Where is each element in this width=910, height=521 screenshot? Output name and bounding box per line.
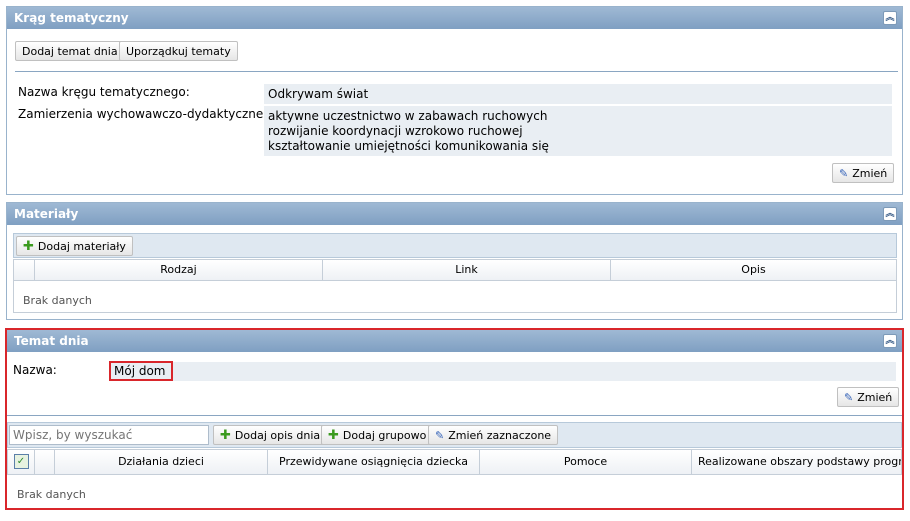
temat-empty-text: Brak danych xyxy=(17,488,86,501)
column-header-dzialania[interactable]: Działania dzieci xyxy=(54,450,267,474)
collapse-icon[interactable]: ︽ xyxy=(883,11,897,25)
materialy-table-header: Rodzaj Link Opis xyxy=(13,259,897,281)
krag-name-value: Odkrywam świat xyxy=(264,84,892,104)
krag-goals-label: Zamierzenia wychowawczo-dydaktyczne: xyxy=(18,107,268,121)
temat-name-value: Mój dom xyxy=(109,361,173,381)
temat-name-label: Nazwa: xyxy=(13,363,57,377)
collapse-icon[interactable]: ︽ xyxy=(883,334,897,348)
change-selected-label: Zmień zaznaczone xyxy=(448,429,552,442)
add-group-button[interactable]: ✚ Dodaj grupowo xyxy=(321,425,434,445)
krag-panel: Krąg tematyczny ︽ Dodaj temat dnia Uporz… xyxy=(6,6,903,195)
plus-icon: ✚ xyxy=(220,428,231,443)
change-selected-button[interactable]: ✎ Zmień zaznaczone xyxy=(428,425,559,445)
goal-item: aktywne uczestnictwo w zabawach ruchowyc… xyxy=(268,109,548,123)
temat-table-header: ✓ Działania dzieci Przewidywane osiągnię… xyxy=(7,449,902,475)
column-header-link[interactable]: Link xyxy=(322,260,610,280)
add-materials-label: Dodaj materiały xyxy=(37,240,126,253)
add-day-description-button[interactable]: ✚ Dodaj opis dnia xyxy=(213,425,328,445)
pencil-icon: ✎ xyxy=(839,167,849,180)
plus-icon: ✚ xyxy=(328,428,339,443)
column-checkbox xyxy=(14,260,34,280)
add-group-label: Dodaj grupowo xyxy=(342,429,427,442)
temat-panel: Temat dnia ︽ Nazwa: Mój dom ✎Zmień ✚Doda… xyxy=(5,328,904,510)
temat-change-button[interactable]: ✎ Zmień xyxy=(837,387,900,407)
sort-topics-button[interactable]: Uporządkuj tematy xyxy=(119,41,238,61)
column-header-pomoce[interactable]: Pomoce xyxy=(479,450,691,474)
temat-panel-header[interactable]: Temat dnia ︽ xyxy=(7,330,902,352)
add-topic-button[interactable]: Dodaj temat dnia xyxy=(15,41,125,61)
materialy-toolbar: ✚ Dodaj materiały xyxy=(13,233,897,258)
column-header-rodzaj[interactable]: Rodzaj xyxy=(34,260,322,280)
divider xyxy=(7,415,902,416)
search-input[interactable] xyxy=(9,425,209,445)
materialy-empty-text: Brak danych xyxy=(23,294,92,307)
column-select-all[interactable]: ✓ xyxy=(8,450,34,474)
materialy-panel-header[interactable]: Materiały ︽ xyxy=(7,203,902,225)
column-header-obszary[interactable]: Realizowane obszary podstawy progra... xyxy=(691,450,901,474)
add-materials-button[interactable]: ✚ Dodaj materiały xyxy=(16,236,133,256)
materialy-title: Materiały xyxy=(14,207,79,221)
select-all-checkbox-icon[interactable]: ✓ xyxy=(13,454,29,469)
krag-name-label: Nazwa kręgu tematycznego: xyxy=(18,85,190,99)
temat-toolbar: ✚Dodaj opis dnia ✚Dodaj grupowo ✎Zmień z… xyxy=(7,422,902,448)
goal-item: rozwijanie koordynacji wzrokowo ruchowej xyxy=(268,124,523,138)
temat-name-text: Mój dom xyxy=(114,364,166,378)
goal-item: kształtowanie umiejętności komunikowania… xyxy=(268,139,549,153)
temat-name-field xyxy=(110,362,896,381)
divider xyxy=(15,71,898,72)
materialy-table-body: Brak danych xyxy=(13,281,897,313)
temat-title: Temat dnia xyxy=(14,334,89,348)
pencil-icon: ✎ xyxy=(844,391,854,404)
column-spacer xyxy=(34,450,54,474)
pencil-icon: ✎ xyxy=(435,429,445,442)
krag-title: Krąg tematyczny xyxy=(14,11,129,25)
column-header-osiagniecia[interactable]: Przewidywane osiągnięcia dziecka xyxy=(267,450,479,474)
krag-change-button[interactable]: ✎ Zmień xyxy=(832,163,895,183)
add-day-description-label: Dodaj opis dnia xyxy=(234,429,321,442)
plus-icon: ✚ xyxy=(23,239,34,254)
krag-goals-value: aktywne uczestnictwo w zabawach ruchowyc… xyxy=(264,106,892,156)
krag-panel-header[interactable]: Krąg tematyczny ︽ xyxy=(7,7,902,29)
column-header-opis[interactable]: Opis xyxy=(610,260,896,280)
temat-change-label: Zmień xyxy=(857,391,893,404)
krag-change-label: Zmień xyxy=(852,167,888,180)
materialy-panel: Materiały ︽ ✚ Dodaj materiały Rodzaj Link… xyxy=(6,202,903,320)
collapse-icon[interactable]: ︽ xyxy=(883,207,897,221)
